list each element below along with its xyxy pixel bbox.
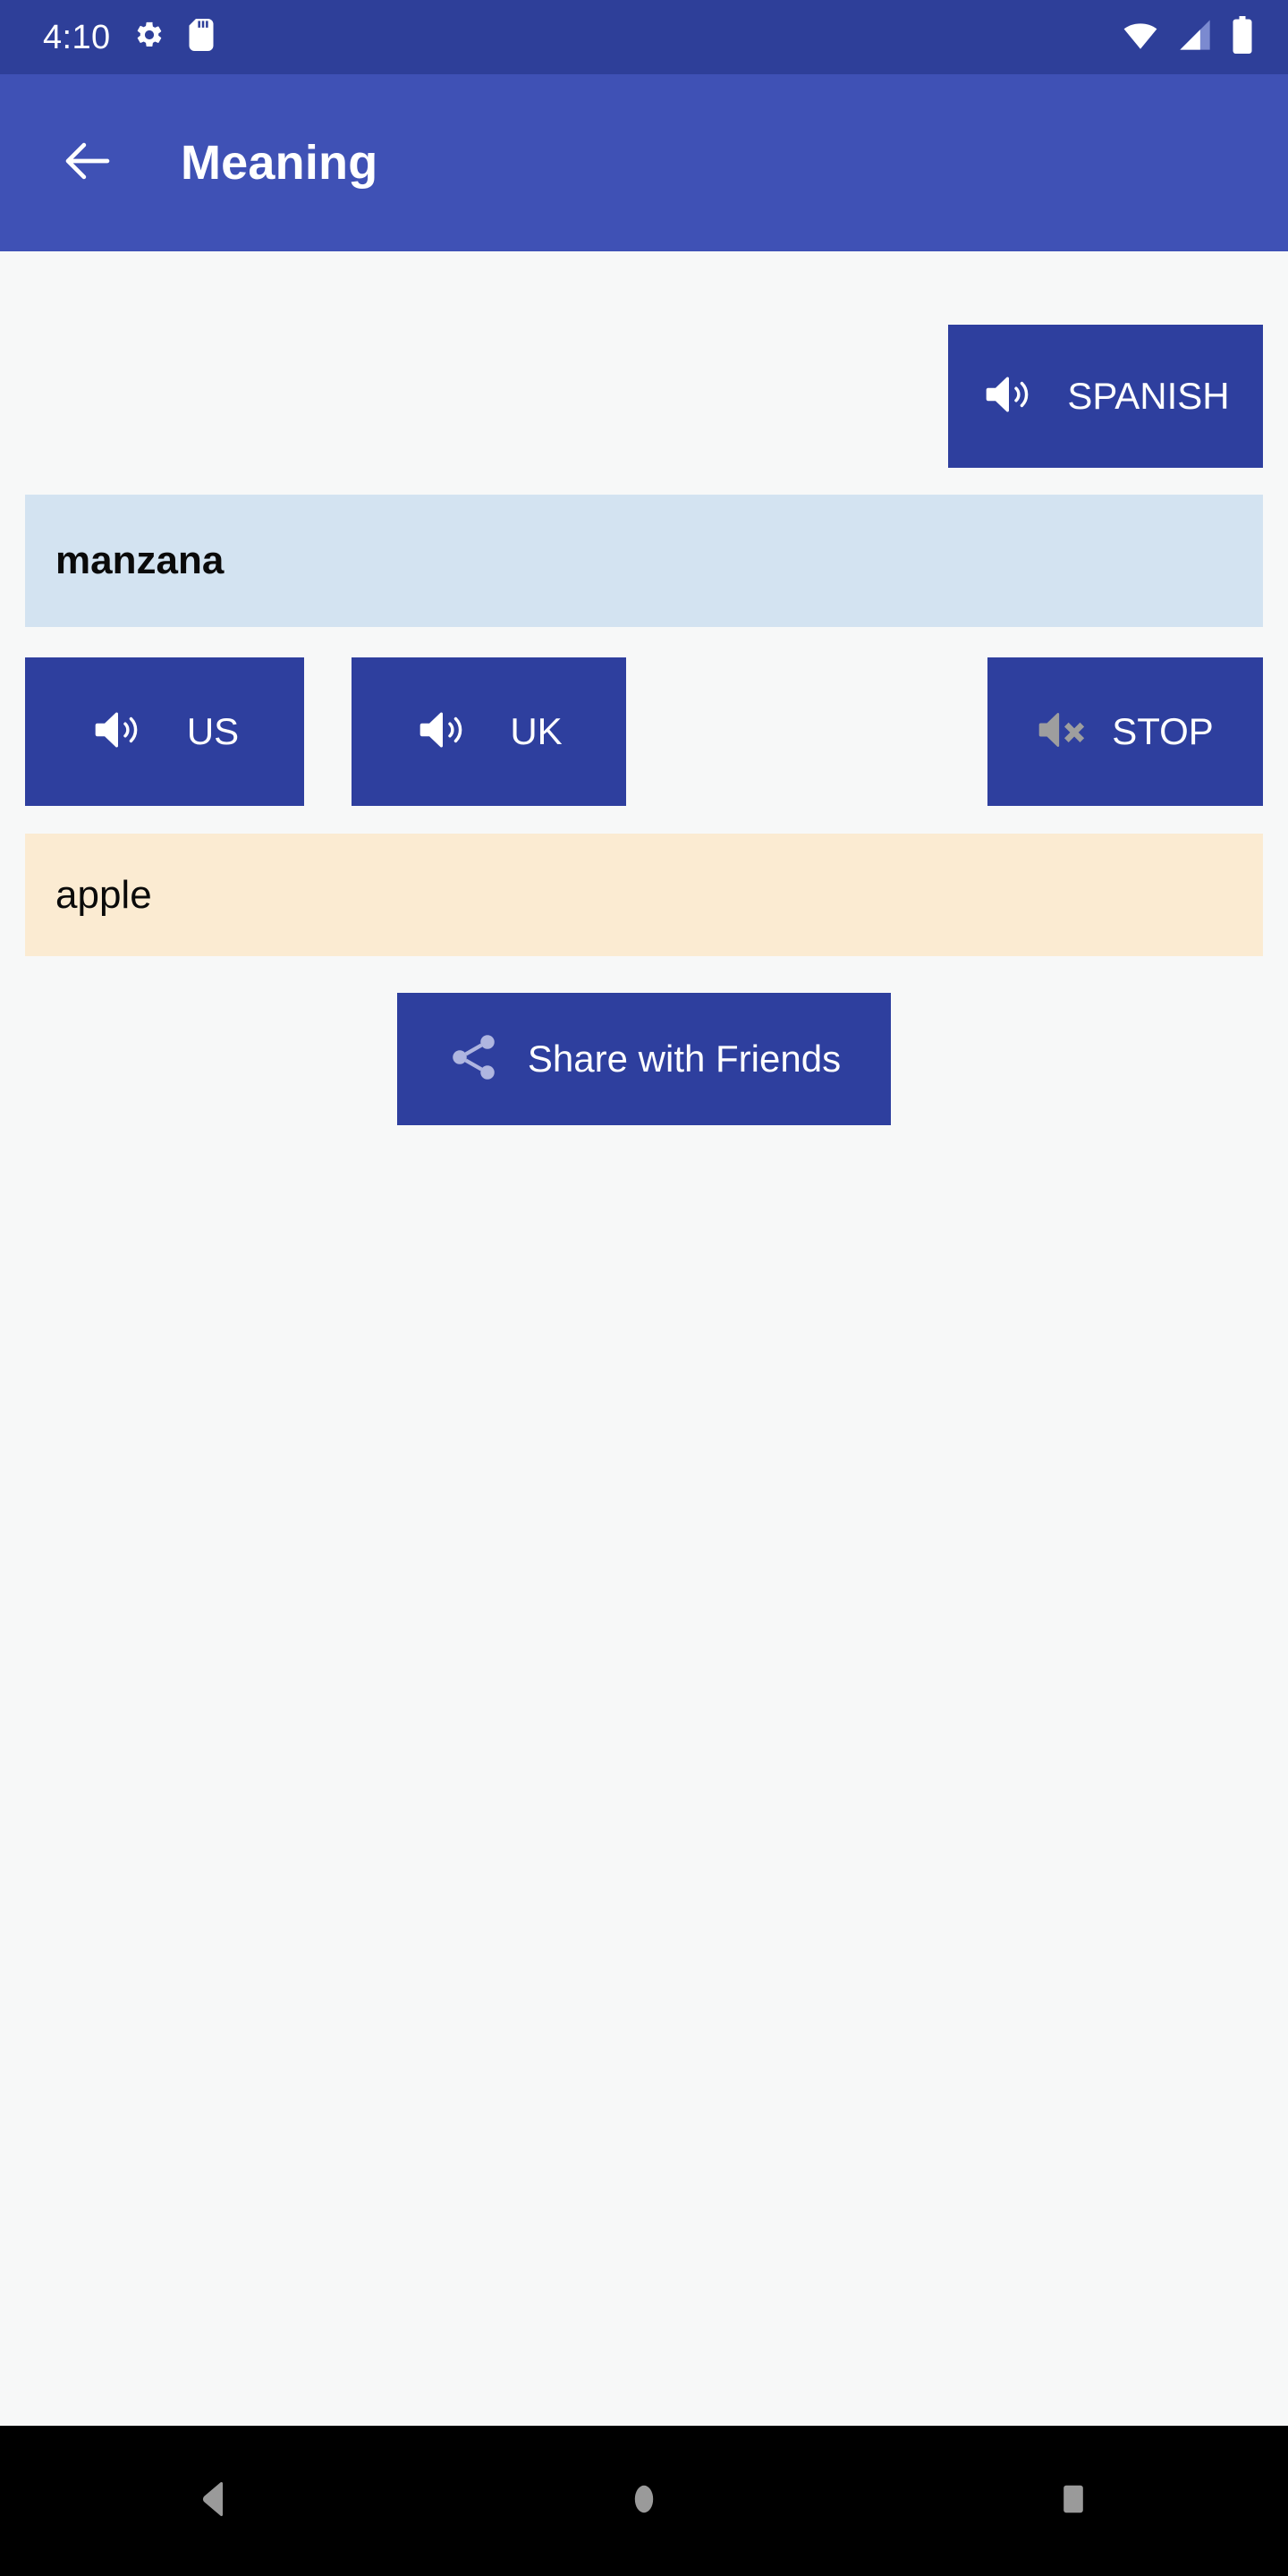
accent-buttons-row: US UK STOP [25,657,1263,806]
speaker-muted-icon [1037,708,1092,757]
status-bar-clock: 4:10 [43,18,111,56]
settings-gear-icon [134,20,165,55]
speak-spanish-button[interactable]: SPANISH [948,325,1263,468]
stop-speech-label: STOP [1112,710,1214,752]
speaker-on-icon [90,702,146,762]
share-nodes-icon [447,1030,501,1089]
language-button-row: SPANISH [25,325,1263,468]
cellular-signal-icon [1177,17,1213,57]
speak-uk-button[interactable]: UK [352,657,626,806]
status-bar-right [1122,16,1254,58]
sd-card-icon [188,19,215,55]
speak-spanish-label: SPANISH [1067,375,1230,417]
back-triangle-icon [193,2478,236,2525]
nav-home-button[interactable] [572,2426,716,2576]
main-content: SPANISH manzana US UK STOP apple Share w… [0,251,1288,2426]
nav-recents-button[interactable] [1002,2426,1145,2576]
speak-us-label: US [186,710,240,752]
speak-us-button[interactable]: US [25,657,304,806]
status-bar: 4:10 [0,0,1288,74]
target-word-row: apple [25,834,1263,956]
speaker-on-icon [415,702,470,762]
share-with-friends-label: Share with Friends [527,1038,842,1080]
source-word-text: manzana [55,538,225,582]
share-with-friends-button[interactable]: Share with Friends [397,993,891,1125]
system-navigation-bar [0,2426,1288,2576]
page-title: Meaning [181,136,378,190]
status-bar-left: 4:10 [43,19,215,55]
source-word-row: manzana [25,495,1263,627]
target-word-text: apple [55,872,152,917]
recents-square-icon [1052,2478,1095,2525]
nav-back-button[interactable] [143,2426,286,2576]
share-button-row: Share with Friends [0,993,1288,1125]
home-circle-icon [623,2478,665,2525]
speaker-on-icon [981,367,1037,427]
speak-uk-label: UK [510,710,563,752]
back-arrow-icon [58,131,117,195]
battery-icon [1231,16,1254,58]
wifi-icon [1122,16,1159,58]
stop-speech-button[interactable]: STOP [987,657,1263,806]
phone-screen: 4:10 Meaning SPANISH manzana US UK STOP … [0,0,1288,2576]
back-button[interactable] [38,113,138,213]
app-bar: Meaning [0,74,1288,251]
